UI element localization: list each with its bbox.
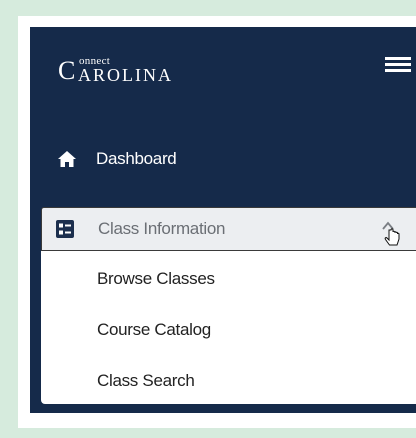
hamburger-menu-icon[interactable] [385, 57, 411, 77]
logo-carolina: AROLINA [78, 65, 173, 85]
logo-c: C [58, 56, 76, 85]
nav-item-dashboard[interactable]: Dashboard [30, 142, 416, 176]
home-icon [57, 150, 77, 168]
connect-carolina-logo[interactable]: C onnect AROLINA [58, 55, 238, 85]
submenu-item-class-search[interactable]: Class Search [97, 371, 195, 391]
submenu-item-course-catalog[interactable]: Course Catalog [97, 320, 211, 340]
nav-item-label: Dashboard [96, 149, 177, 168]
class-information-submenu: Browse Classes Course Catalog Class Sear… [41, 251, 416, 404]
submenu-item-browse-classes[interactable]: Browse Classes [97, 269, 215, 289]
nav-item-class-information[interactable]: Class Information [41, 207, 416, 251]
sidebar-panel: C onnect AROLINA Dashboard Class Informa… [30, 27, 416, 413]
chevron-up-icon[interactable] [379, 218, 407, 253]
nav-item-label: Class Information [98, 219, 226, 238]
list-card-icon [56, 220, 78, 238]
